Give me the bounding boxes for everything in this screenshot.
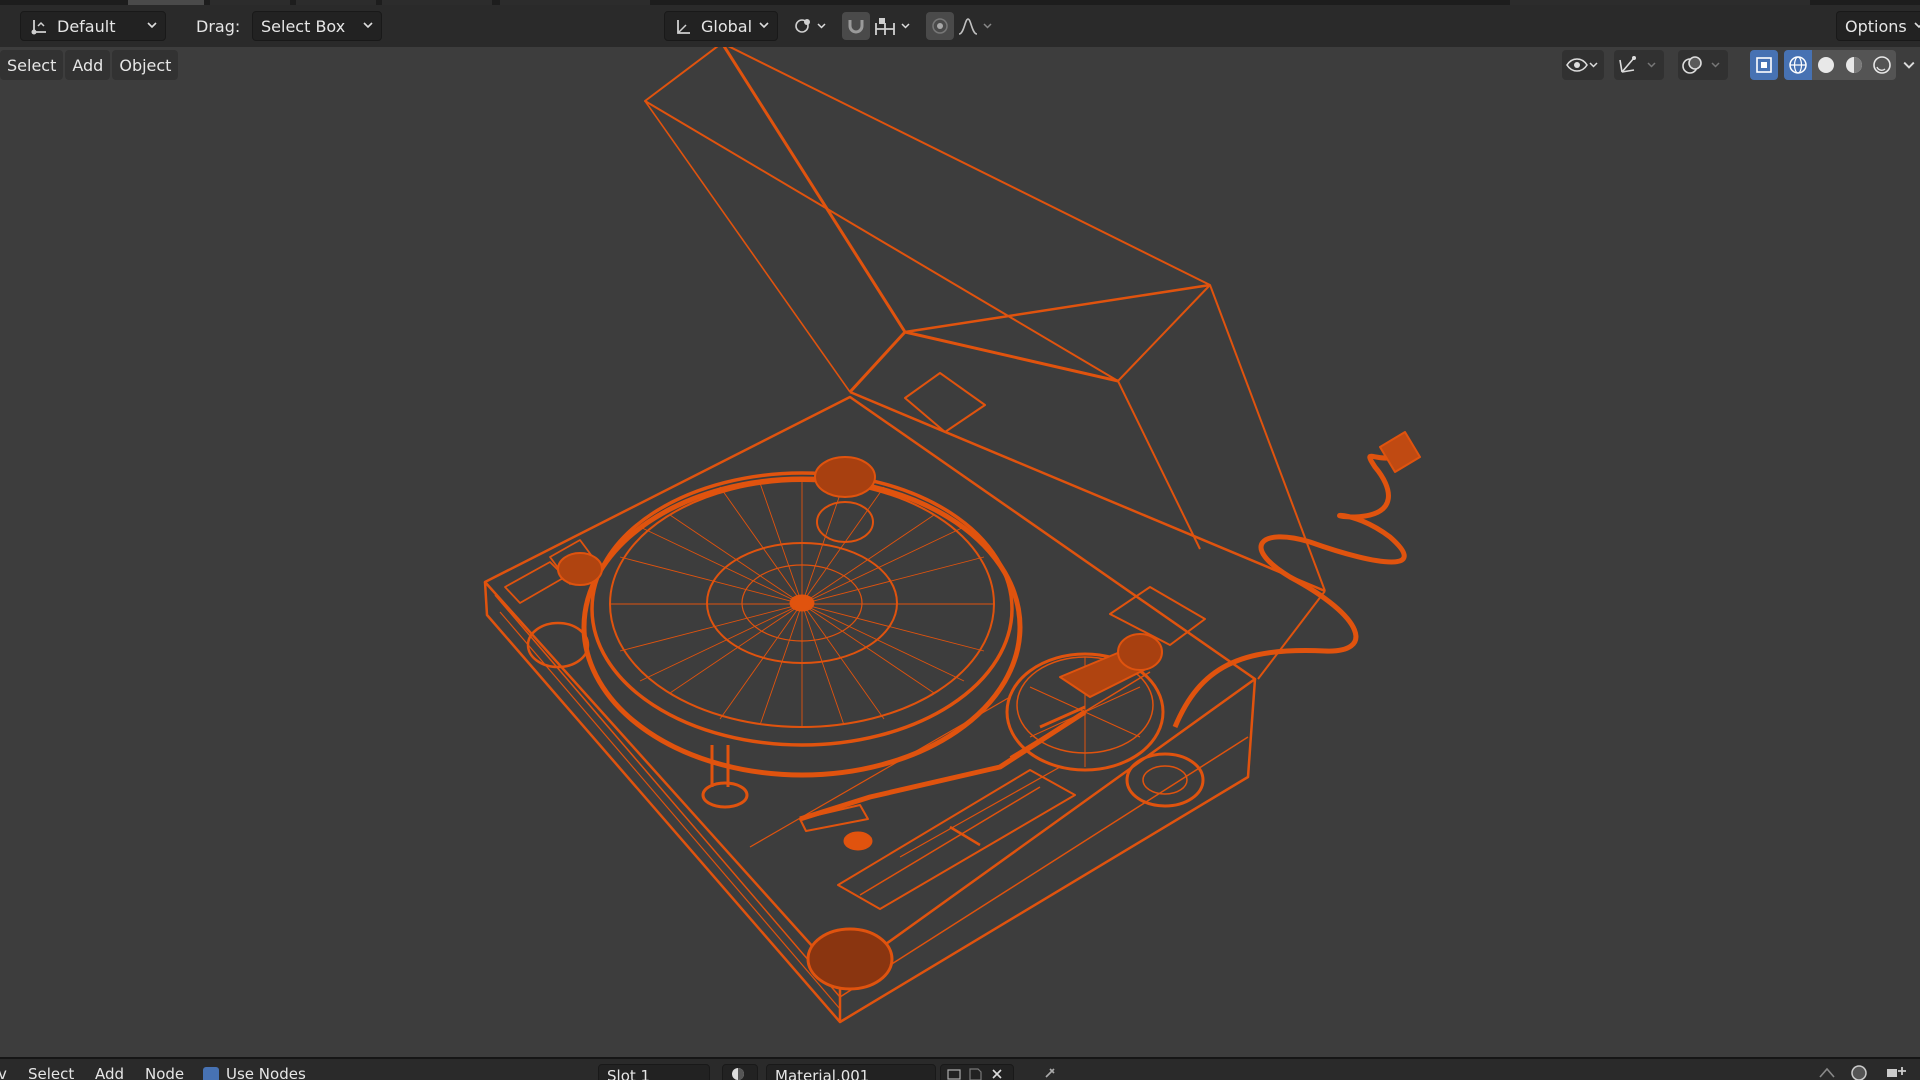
- proportional-edit-icon: [932, 18, 948, 34]
- shader-editor-header: v Select Add Node Use Nodes Slot 1 Mater…: [0, 1057, 1920, 1080]
- wireframe-sphere-icon: [1789, 56, 1807, 74]
- chevron-down-icon: [1914, 22, 1920, 29]
- shading-solid-button[interactable]: [1812, 50, 1840, 80]
- orientation-value: Global: [701, 16, 753, 36]
- rendered-sphere-icon: [1873, 56, 1891, 74]
- xray-toggle[interactable]: [1750, 50, 1778, 80]
- transform-pivot-dropdown[interactable]: Default: [20, 11, 166, 41]
- drag-mode-dropdown[interactable]: Select Box: [252, 11, 382, 41]
- gizmo-icon: [1619, 56, 1656, 73]
- snap-toggle[interactable]: [842, 12, 870, 40]
- material-name: Material.001: [775, 1067, 870, 1080]
- material-name-field[interactable]: Material.001: [766, 1064, 936, 1080]
- viewport-menu-bar: Select Add Object: [0, 50, 179, 80]
- viewport-shading-group: [1784, 50, 1896, 80]
- snap-target-dropdown[interactable]: [872, 12, 914, 40]
- shading-rendered-button[interactable]: [1868, 50, 1896, 80]
- shading-options-dropdown[interactable]: [1898, 50, 1920, 80]
- overlays-icon: [1682, 56, 1720, 74]
- orientation-axes-icon: [677, 20, 690, 34]
- pin-icon[interactable]: [1040, 1065, 1058, 1080]
- magnet-icon: [848, 20, 864, 34]
- eye-visibility-icon: [1566, 58, 1598, 72]
- object-visibility-dropdown[interactable]: [1562, 50, 1604, 80]
- use-nodes-label: Use Nodes: [226, 1065, 306, 1080]
- options-dropdown[interactable]: Options: [1836, 11, 1920, 41]
- pivot-point-icon: [795, 19, 826, 33]
- pivot-preset-label: Default: [57, 16, 116, 36]
- options-label: Options: [1845, 16, 1907, 36]
- viewport-header: Default Drag: Select Box Global Options: [0, 5, 1920, 47]
- menu-select[interactable]: Select: [0, 50, 64, 80]
- drag-mode-value: Select Box: [261, 16, 346, 36]
- menu-object[interactable]: Object: [112, 50, 179, 80]
- footer-menu-node[interactable]: Node: [145, 1065, 184, 1080]
- overlay-icon[interactable]: [1848, 1063, 1874, 1080]
- chevron-down-icon: [147, 22, 157, 29]
- shading-wireframe-button[interactable]: [1784, 50, 1812, 80]
- menu-add[interactable]: Add: [65, 50, 111, 80]
- chevron-down-icon: [1903, 61, 1915, 69]
- editor-type-stub: v: [0, 1065, 7, 1080]
- chevron-down-icon: [363, 22, 373, 29]
- solid-sphere-icon: [1818, 57, 1834, 73]
- drag-label: Drag:: [196, 17, 241, 36]
- material-sphere-icon: [1846, 57, 1862, 73]
- pivot-icon: [31, 20, 46, 35]
- proportional-editing-toggle[interactable]: [926, 12, 954, 40]
- transform-pivot-point-button[interactable]: [790, 12, 830, 40]
- overlays-dropdown[interactable]: [1678, 50, 1728, 80]
- transform-orientation-dropdown[interactable]: Global: [664, 11, 778, 41]
- footer-menu-add[interactable]: Add: [95, 1065, 124, 1080]
- proportional-falloff-dropdown[interactable]: [956, 12, 998, 40]
- slot-value: Slot 1: [607, 1067, 651, 1080]
- slot-dropdown[interactable]: Slot 1: [598, 1064, 710, 1080]
- xray-icon: [1756, 57, 1772, 73]
- shading-material-button[interactable]: [1840, 50, 1868, 80]
- footer-menu-select[interactable]: Select: [28, 1065, 74, 1080]
- parent-node-tree-icon[interactable]: [1816, 1065, 1838, 1080]
- use-nodes-checkbox[interactable]: [203, 1067, 219, 1080]
- material-sphere-icon: [732, 1068, 744, 1080]
- material-action-icons: [947, 1068, 1002, 1080]
- gizmo-dropdown[interactable]: [1614, 50, 1664, 80]
- falloff-curve-icon: [958, 18, 992, 35]
- turntable-wireframe-model[interactable]: [0, 47, 1920, 1057]
- 3d-viewport[interactable]: Select Add Object: [0, 47, 1920, 1057]
- sidebar-toggle-icon[interactable]: [1884, 1063, 1912, 1080]
- material-actions: [940, 1064, 1014, 1080]
- snap-increment-icon: [875, 18, 910, 35]
- material-browse-button[interactable]: [722, 1064, 758, 1080]
- chevron-down-icon: [759, 22, 769, 29]
